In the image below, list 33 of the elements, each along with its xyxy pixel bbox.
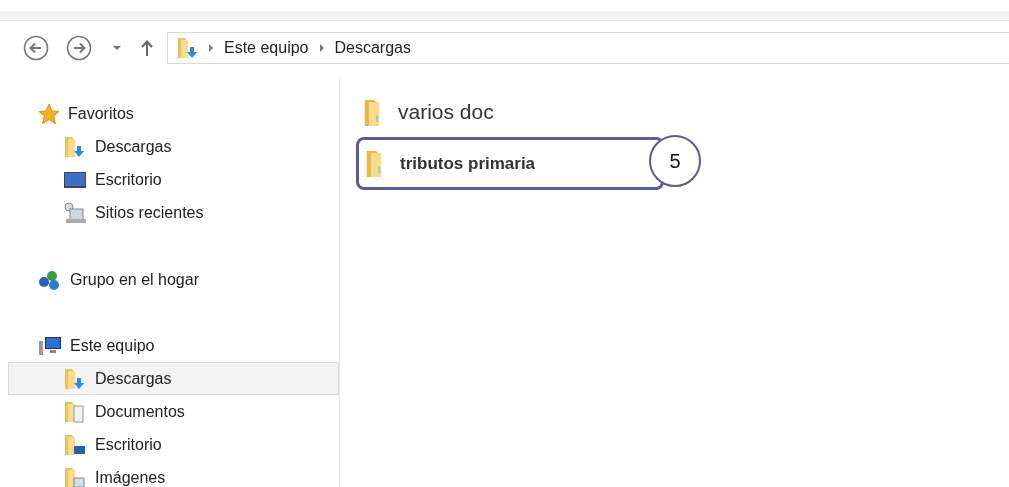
desktop-folder-icon — [63, 432, 87, 457]
chevron-icon — [208, 43, 214, 53]
computer-icon — [38, 334, 62, 357]
caret-icon — [112, 45, 122, 51]
pictures-folder-icon — [63, 465, 87, 487]
folder-item[interactable]: varios doc — [360, 98, 494, 126]
folder-icon — [364, 98, 380, 126]
folder-icon — [366, 150, 382, 177]
nav-item[interactable]: Descargas — [8, 130, 339, 163]
recent-places-icon — [63, 201, 87, 224]
forward-button[interactable] — [64, 33, 94, 63]
nav-item[interactable]: Imágenes — [8, 461, 339, 487]
chevron-icon — [318, 43, 325, 53]
address-bar[interactable]: Este equipo Descargas — [167, 32, 1009, 64]
nav-group[interactable]: Grupo en el hogar — [0, 263, 339, 296]
download-folder-icon — [63, 134, 87, 159]
nav-group[interactable]: Favoritos — [0, 97, 339, 130]
nav-item[interactable]: Documentos — [8, 395, 339, 428]
nav-item[interactable]: Escritorio — [8, 163, 339, 196]
breadcrumb[interactable]: Descargas — [334, 39, 411, 57]
breadcrumb[interactable]: Este equipo — [224, 39, 309, 57]
documents-folder-icon — [63, 399, 87, 424]
nav-item[interactable]: Descargas — [8, 362, 339, 395]
nav-group[interactable]: Este equipo — [0, 329, 339, 362]
folder-item[interactable]: tributos primaria — [362, 150, 536, 177]
nav-item[interactable]: Sitios recientes — [8, 196, 339, 229]
download-folder-icon — [63, 366, 87, 391]
step-number: 5 — [649, 135, 701, 187]
download-folder-icon — [176, 36, 198, 60]
star-icon — [38, 102, 60, 125]
homegroup-icon — [38, 268, 62, 291]
back-button[interactable] — [21, 33, 51, 63]
nav-item[interactable]: Escritorio — [8, 428, 339, 461]
